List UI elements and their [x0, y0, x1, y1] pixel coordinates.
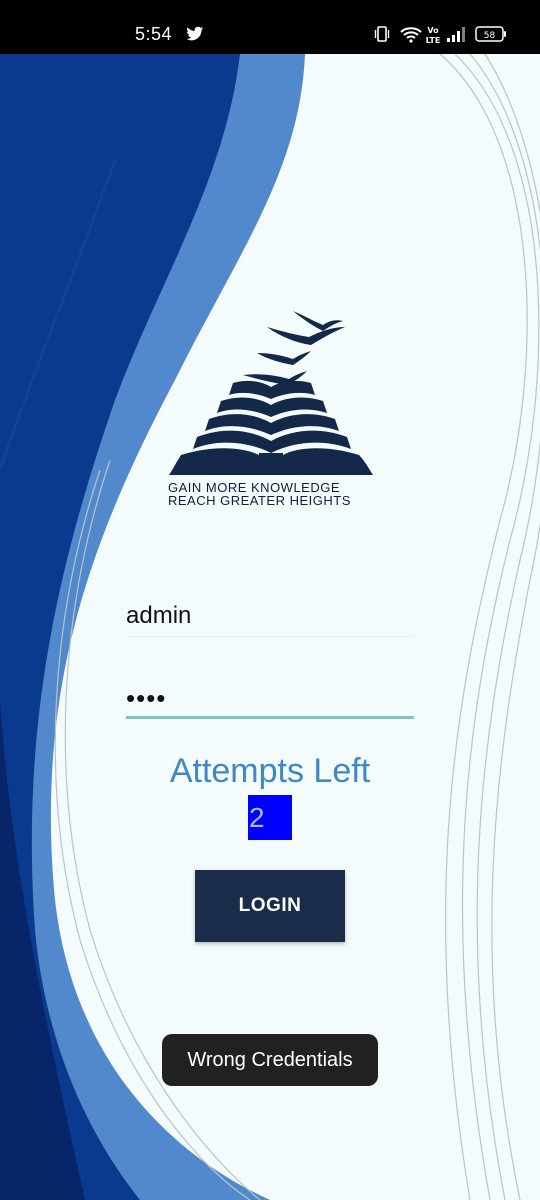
battery-icon: 58 [475, 26, 506, 42]
svg-text:Vo: Vo [427, 26, 439, 35]
attempts-left-count[interactable]: 2 [248, 795, 292, 840]
logo-tagline-line2: REACH GREATER HEIGHTS [168, 493, 351, 508]
wifi-icon [400, 27, 422, 43]
status-time: 5:54 [135, 24, 173, 44]
twitter-icon [186, 26, 204, 41]
svg-text:LTE: LTE [426, 36, 440, 45]
username-input[interactable] [126, 596, 414, 637]
signal-icon [447, 27, 465, 42]
volte-icon: Vo LTE [426, 26, 440, 45]
svg-text:58: 58 [484, 31, 496, 41]
login-button[interactable]: LOGIN [195, 870, 345, 942]
toast-message: Wrong Credentials [162, 1034, 378, 1086]
status-bar: 5:54 Vo LTE 58 [0, 0, 540, 54]
attempts-left-label: Attempts Left [169, 752, 371, 790]
vibrate-icon [374, 26, 390, 42]
password-input[interactable] [126, 680, 414, 719]
